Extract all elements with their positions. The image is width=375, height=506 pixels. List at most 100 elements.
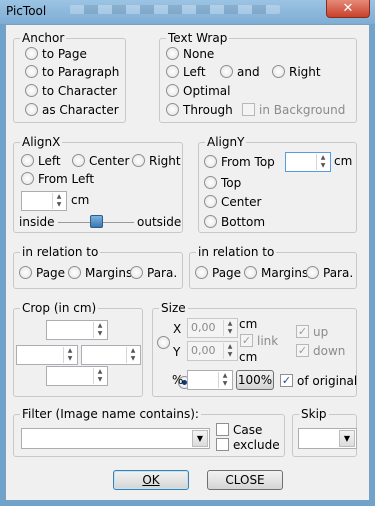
spin-down-icon[interactable]: ▼ [224,328,236,336]
radio-icon[interactable] [132,154,145,167]
spin-down-icon[interactable]: ▼ [64,355,76,363]
radio-icon[interactable] [306,266,319,279]
crop-right-input[interactable]: ▲ ▼ [81,345,141,365]
relation-y-margins-option[interactable]: Margins [244,265,308,281]
spin-up-icon[interactable]: ▲ [127,347,139,355]
spin-down-icon[interactable]: ▼ [224,351,236,359]
crop-top-input[interactable]: ▲ ▼ [46,320,108,340]
radio-icon[interactable] [204,215,217,228]
alignx-from-left-option[interactable]: From Left [21,171,94,187]
radio-icon[interactable] [21,154,34,167]
anchor-to-character-option[interactable]: to Character [25,83,117,99]
ok-button[interactable]: OK [113,470,189,490]
radio-icon[interactable] [166,47,179,60]
spin-arrows[interactable]: ▲ ▼ [52,193,65,209]
checkbox-icon[interactable]: ✓ [296,344,309,357]
spin-down-icon[interactable]: ▼ [219,380,231,388]
radio-icon[interactable] [68,266,81,279]
size-of-original-checkbox[interactable]: ✓ of original [280,373,357,389]
spin-arrows[interactable]: ▲ ▼ [218,372,231,388]
checkbox-icon[interactable]: ✓ [296,325,309,338]
wrap-optimal-option[interactable]: Optimal [166,83,230,99]
alignx-center-option[interactable]: Center [72,153,129,169]
radio-icon[interactable] [204,176,217,189]
spin-arrows[interactable]: ▲ ▼ [126,347,139,363]
radio-icon[interactable] [72,154,85,167]
filter-case-checkbox[interactable]: Case [216,422,262,438]
size-link-checkbox[interactable]: ✓ link [240,333,278,349]
radio-icon[interactable] [25,84,38,97]
spin-up-icon[interactable]: ▲ [224,343,236,351]
alignx-slider-thumb[interactable] [90,215,103,228]
size-up-checkbox[interactable]: ✓ up [296,324,328,340]
size-x-input[interactable]: 0,00 ▲ ▼ [187,318,238,338]
aligny-top-option[interactable]: Top [204,175,241,191]
size-absolute-radio[interactable] [157,336,170,349]
spin-arrows[interactable]: ▲ ▼ [93,322,106,338]
crop-left-input[interactable]: ▲ ▼ [16,345,78,365]
relation-x-para-option[interactable]: Para. [130,265,177,281]
skip-dropdown[interactable]: ▼ [298,428,357,449]
size-y-input[interactable]: 0,00 ▲ ▼ [187,341,238,361]
window-close-button[interactable]: ✕ [326,0,370,18]
radio-icon[interactable] [244,266,257,279]
radio-icon[interactable] [25,65,38,78]
size-percent-input[interactable]: ▲ ▼ [187,370,233,390]
radio-icon[interactable] [204,155,217,168]
relation-y-para-option[interactable]: Para. [306,265,353,281]
radio-icon[interactable] [220,65,233,78]
wrap-and-option[interactable]: and [220,64,260,80]
spin-up-icon[interactable]: ▲ [224,320,236,328]
spin-up-icon[interactable]: ▲ [219,372,231,380]
spin-down-icon[interactable]: ▼ [94,330,106,338]
close-button[interactable]: CLOSE [207,470,283,490]
alignx-right-option[interactable]: Right [132,153,181,169]
radio-icon[interactable] [204,195,217,208]
checkbox-icon[interactable]: ✓ [280,374,293,387]
relation-x-margins-option[interactable]: Margins [68,265,132,281]
checkbox-icon[interactable] [216,438,229,451]
radio-icon[interactable] [166,65,179,78]
chevron-down-icon[interactable]: ▼ [339,430,355,447]
wrap-in-background-checkbox[interactable]: in Background [242,102,345,118]
radio-icon[interactable] [21,172,34,185]
spin-down-icon[interactable]: ▼ [317,162,329,170]
spin-arrows[interactable]: ▲ ▼ [63,347,76,363]
radio-icon[interactable] [272,65,285,78]
spin-arrows[interactable]: ▲ ▼ [223,320,236,336]
filter-name-dropdown[interactable]: ▼ [21,428,210,449]
anchor-to-paragraph-option[interactable]: to Paragraph [25,64,119,80]
spin-arrows[interactable]: ▲ ▼ [223,343,236,359]
anchor-to-page-option[interactable]: to Page [25,46,87,62]
radio-icon[interactable] [25,47,38,60]
aligny-from-top-input[interactable]: ▲ ▼ [285,152,331,172]
spin-arrows[interactable]: ▲ ▼ [93,368,106,384]
radio-icon[interactable] [19,266,32,279]
relation-x-page-option[interactable]: Page [19,265,65,281]
relation-y-page-option[interactable]: Page [195,265,241,281]
alignx-from-left-input[interactable]: ▲ ▼ [21,191,67,211]
spin-up-icon[interactable]: ▲ [317,154,329,162]
spin-arrows[interactable]: ▲ ▼ [316,154,329,170]
chevron-down-icon[interactable]: ▼ [192,430,208,447]
filter-exclude-checkbox[interactable]: exclude [216,437,280,453]
crop-bottom-input[interactable]: ▲ ▼ [46,366,108,386]
aligny-from-top-option[interactable]: From Top [204,154,275,170]
wrap-none-option[interactable]: None [166,46,214,62]
alignx-left-option[interactable]: Left [21,153,61,169]
aligny-center-option[interactable]: Center [204,194,261,210]
wrap-right-option[interactable]: Right [272,64,321,80]
spin-up-icon[interactable]: ▲ [53,193,65,201]
radio-icon[interactable] [25,103,38,116]
radio-icon[interactable] [166,84,179,97]
spin-up-icon[interactable]: ▲ [94,322,106,330]
spin-up-icon[interactable]: ▲ [64,347,76,355]
spin-down-icon[interactable]: ▼ [94,376,106,384]
size-100-percent-button[interactable]: 100% [236,370,274,390]
checkbox-icon[interactable]: ✓ [240,334,253,347]
radio-icon[interactable] [130,266,143,279]
wrap-through-option[interactable]: Through [166,102,233,118]
size-down-checkbox[interactable]: ✓ down [296,343,345,359]
checkbox-icon[interactable] [242,103,255,116]
radio-icon[interactable] [166,103,179,116]
